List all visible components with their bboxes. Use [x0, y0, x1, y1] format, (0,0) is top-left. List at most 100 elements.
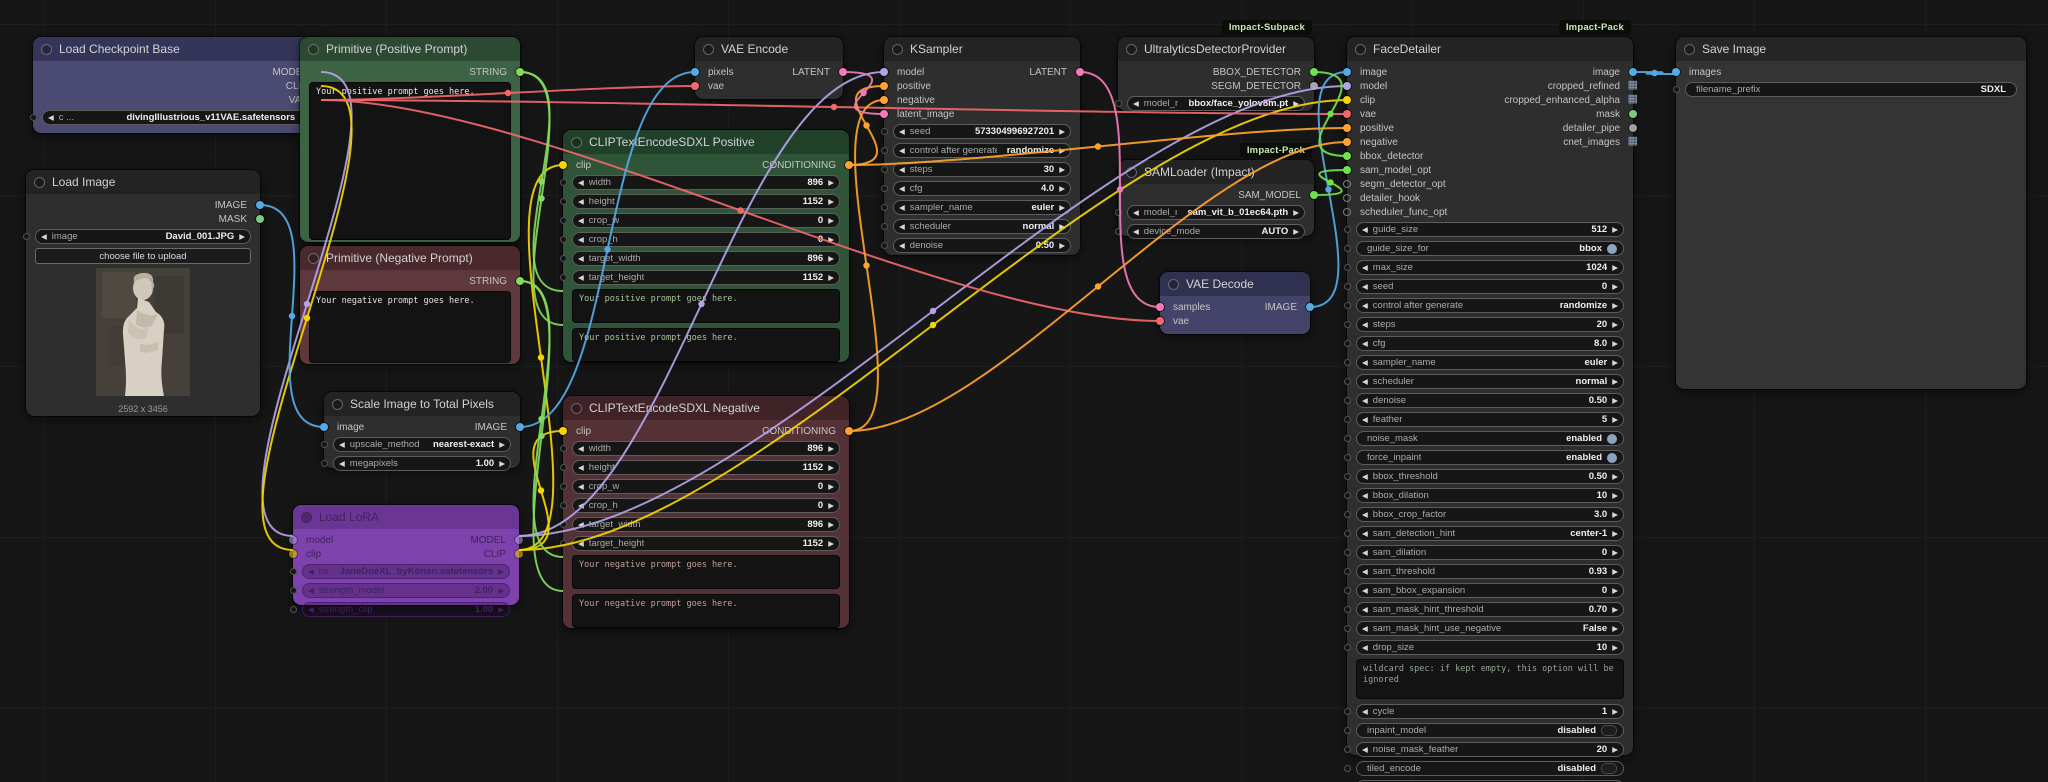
widget-value[interactable]: False	[1583, 623, 1607, 634]
sam-dilation-widget[interactable]: ◀sam_dilation0▶	[1356, 545, 1624, 560]
steps-widget[interactable]: ◀steps30▶	[893, 162, 1071, 177]
image-input-dot[interactable]	[1343, 68, 1351, 76]
widget-socket-dot[interactable]	[1344, 530, 1351, 537]
decrement-arrow-icon[interactable]: ◀	[578, 273, 584, 282]
widget-value[interactable]: 896	[807, 443, 823, 454]
decrement-arrow-icon[interactable]: ◀	[1362, 320, 1368, 329]
decrement-arrow-icon[interactable]: ◀	[48, 113, 54, 122]
widget-value[interactable]: 30	[1044, 164, 1055, 175]
widget-socket-dot[interactable]	[1344, 245, 1351, 252]
collapse-dot-icon[interactable]	[308, 44, 319, 55]
pixels-input-dot[interactable]	[691, 68, 699, 76]
widget-value[interactable]: 0	[818, 215, 823, 226]
widget-value[interactable]: 8.0	[1594, 338, 1607, 349]
inpaint-model-widget[interactable]: inpaint_modeldisabled	[1356, 723, 1624, 738]
mask-output-dot[interactable]	[1629, 110, 1637, 118]
MASK-output-dot[interactable]	[256, 215, 264, 223]
decrement-arrow-icon[interactable]: ◀	[1362, 586, 1368, 595]
widget-value[interactable]: divingIllustrious_v11VAE.safetensors	[126, 112, 295, 123]
widget-value[interactable]: 512	[1591, 224, 1607, 235]
decrement-arrow-icon[interactable]: ◀	[578, 254, 584, 263]
widget-value[interactable]: bbox/face_yolov8m.pt	[1188, 98, 1288, 109]
widget-value[interactable]: randomize	[1007, 145, 1055, 156]
node-title-bar[interactable]: Load LoRA	[293, 505, 519, 529]
decrement-arrow-icon[interactable]: ◀	[1362, 282, 1368, 291]
increment-arrow-icon[interactable]: ▶	[828, 178, 834, 187]
widget-value[interactable]: 1.00	[476, 458, 495, 469]
image-input-dot[interactable]	[320, 423, 328, 431]
widget-value[interactable]: 573304996927201	[975, 126, 1054, 137]
decrement-arrow-icon[interactable]: ◀	[578, 197, 584, 206]
increment-arrow-icon[interactable]: ▶	[1612, 491, 1618, 500]
sam-bbox-expansion-widget[interactable]: ◀sam_bbox_expansion0▶	[1356, 583, 1624, 598]
crop-w-widget[interactable]: ◀crop_w0▶	[572, 213, 840, 228]
increment-arrow-icon[interactable]: ▶	[1612, 745, 1618, 754]
increment-arrow-icon[interactable]: ▶	[1612, 339, 1618, 348]
toggle-on-icon[interactable]	[1607, 244, 1617, 254]
widget-socket-dot[interactable]	[881, 242, 888, 249]
node-ultralyticsdetectorprovider[interactable]: Impact-SubpackUltralyticsDetectorProvide…	[1118, 37, 1314, 111]
clip-input-dot[interactable]	[289, 550, 297, 558]
node-primitive-positive-prompt[interactable]: Primitive (Positive Prompt)STRINGYour po…	[300, 37, 520, 242]
decrement-arrow-icon[interactable]: ◀	[899, 203, 905, 212]
decrement-arrow-icon[interactable]: ◀	[1362, 263, 1368, 272]
increment-arrow-icon[interactable]: ▶	[1612, 377, 1618, 386]
decrement-arrow-icon[interactable]: ◀	[1362, 605, 1368, 614]
widget-socket-dot[interactable]	[290, 606, 297, 613]
toggle-off-icon[interactable]	[1601, 725, 1617, 736]
widget-value[interactable]: 1152	[803, 196, 824, 207]
IMAGE-output-dot[interactable]	[256, 201, 264, 209]
target-height-widget[interactable]: ◀target_height1152▶	[572, 270, 840, 285]
widget-value[interactable]: 0.50	[1589, 395, 1608, 406]
widget-value[interactable]: 0.70	[1589, 604, 1608, 615]
control-after-generate-widget[interactable]: ◀control after generaterandomize▶	[1356, 298, 1624, 313]
decrement-arrow-icon[interactable]: ◀	[1362, 529, 1368, 538]
bbox-dilation-widget[interactable]: ◀bbox_dilation10▶	[1356, 488, 1624, 503]
node-cliptextencodesdxl-positive[interactable]: CLIPTextEncodeSDXL PositiveclipCONDITION…	[563, 130, 849, 362]
widget-socket-dot[interactable]	[321, 441, 328, 448]
vae-input-dot[interactable]	[691, 82, 699, 90]
grid-slot-icon[interactable]: ▦	[1628, 94, 1638, 105]
collapse-dot-icon[interactable]	[308, 253, 319, 264]
increment-arrow-icon[interactable]: ▶	[1612, 396, 1618, 405]
MODEL-output-dot[interactable]	[515, 536, 523, 544]
LATENT-output-dot[interactable]	[839, 68, 847, 76]
increment-arrow-icon[interactable]: ▶	[828, 444, 834, 453]
vae-input-dot[interactable]	[1156, 317, 1164, 325]
widget-socket-dot[interactable]	[1344, 587, 1351, 594]
widget-socket-dot[interactable]	[881, 147, 888, 154]
decrement-arrow-icon[interactable]: ◀	[1362, 358, 1368, 367]
decrement-arrow-icon[interactable]: ◀	[1133, 208, 1139, 217]
increment-arrow-icon[interactable]: ▶	[1612, 415, 1618, 424]
widget-socket-dot[interactable]	[1344, 492, 1351, 499]
decrement-arrow-icon[interactable]: ◀	[1362, 624, 1368, 633]
widget-value[interactable]: 0	[818, 234, 823, 245]
increment-arrow-icon[interactable]: ▶	[828, 216, 834, 225]
collapse-dot-icon[interactable]	[1168, 279, 1179, 290]
increment-arrow-icon[interactable]: ▶	[1293, 208, 1299, 217]
toggle-on-icon[interactable]	[1607, 434, 1617, 444]
sampler-name-widget[interactable]: ◀sampler_nameeuler▶	[893, 200, 1071, 215]
widget-value[interactable]: 2.00	[475, 585, 494, 596]
toggle-on-icon[interactable]	[1607, 453, 1617, 463]
widget-socket-dot[interactable]	[1344, 644, 1351, 651]
widget-socket-dot[interactable]	[1344, 435, 1351, 442]
STRING-output-dot[interactable]	[516, 68, 524, 76]
widget-socket-dot[interactable]	[1344, 606, 1351, 613]
cfg-widget[interactable]: ◀cfg8.0▶	[1356, 336, 1624, 351]
decrement-arrow-icon[interactable]: ◀	[1362, 510, 1368, 519]
decrement-arrow-icon[interactable]: ◀	[578, 178, 584, 187]
widget-value[interactable]: 896	[807, 253, 823, 264]
widget-socket-dot[interactable]	[1344, 746, 1351, 753]
prompt-textarea[interactable]: Your positive prompt goes here.	[309, 82, 511, 240]
prompt-textarea[interactable]: Your negative prompt goes here.	[572, 594, 840, 628]
decrement-arrow-icon[interactable]: ◀	[1362, 491, 1368, 500]
widget-value[interactable]: JaneDoeXL_byKonan.safetensors	[340, 566, 494, 577]
model-n--widget[interactable]: ◀model_n...sam_vit_b_01ec64.pth▶	[1127, 205, 1305, 220]
widget-value[interactable]: 0	[818, 500, 823, 511]
widget-socket-dot[interactable]	[1344, 511, 1351, 518]
sam_model_opt-input-dot[interactable]	[1343, 166, 1351, 174]
images-input-dot[interactable]	[1672, 68, 1680, 76]
widget-value[interactable]: 1152	[803, 272, 824, 283]
decrement-arrow-icon[interactable]: ◀	[578, 235, 584, 244]
